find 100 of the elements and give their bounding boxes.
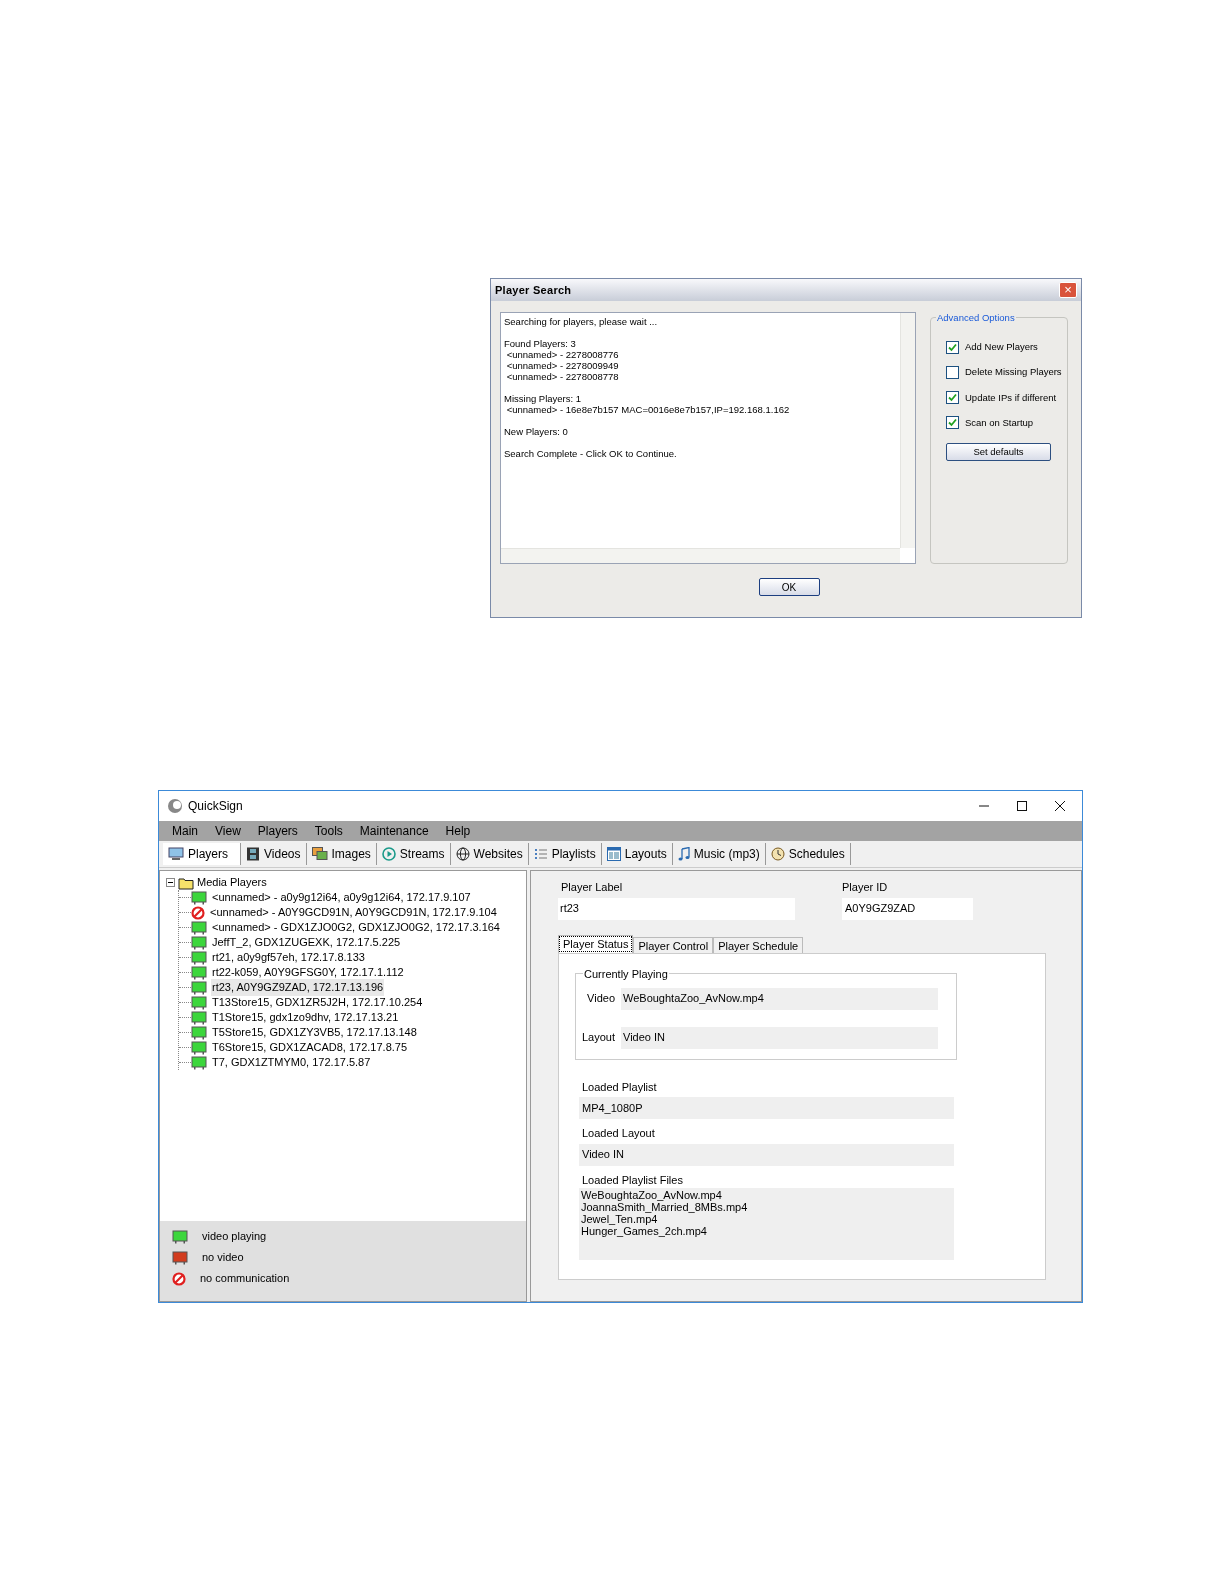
monitor-icon: [191, 935, 207, 950]
file-name: WeBoughtaZoo_AvNow.mp4: [581, 1189, 723, 1201]
tree-item[interactable]: JeffT_2, GDX1ZUGEXK, 172.17.5.225: [211, 934, 402, 951]
option-label: Delete Missing Players: [965, 365, 1062, 380]
tab[interactable]: Player Status: [558, 934, 634, 953]
log-line: New Players: 0: [504, 426, 569, 437]
toolbar-button[interactable]: Images: [306, 843, 377, 865]
horizontal-scrollbar[interactable]: [501, 548, 900, 563]
set-defaults-button[interactable]: Set defaults: [946, 443, 1051, 461]
file-name: Hunger_Games_2ch.mp4: [581, 1225, 708, 1237]
field-label: Loaded Playlist Files: [582, 1172, 684, 1188]
legend-label: no video: [202, 1250, 244, 1266]
monitor-icon: [172, 1229, 188, 1244]
readonly-field: Video IN: [621, 1026, 938, 1049]
monitor-icon: [191, 1040, 207, 1055]
checkbox[interactable]: [946, 365, 959, 379]
tree-item[interactable]: T5Store15, GDX1ZY3VB5, 172.17.13.148: [211, 1024, 418, 1041]
log-line: Found Players: 3: [504, 338, 577, 349]
file-name: Jewel_Ten.mp4: [581, 1213, 659, 1225]
option-label: Scan on Startup: [965, 415, 1034, 430]
globe-icon: [455, 847, 470, 861]
folder-icon: [178, 875, 194, 890]
menu-item[interactable]: Help: [438, 822, 478, 840]
field-label: Loaded Layout: [582, 1126, 656, 1141]
monitor-icon: [191, 965, 207, 980]
monitor-icon: [172, 1250, 188, 1265]
menu-item[interactable]: Maintenance: [352, 822, 436, 840]
tree-item[interactable]: rt21, a0y9gf57eh, 172.17.8.133: [211, 949, 366, 966]
tree-item[interactable]: rt22-k059, A0Y9GFSG0Y, 172.17.1.112: [211, 964, 405, 981]
log-line: Missing Players: 1: [504, 393, 583, 404]
toolbar-button[interactable]: Websites: [450, 843, 529, 865]
close-button[interactable]: ×: [1059, 282, 1077, 298]
play-circle-icon: [381, 847, 396, 861]
field-label: Player Label: [561, 880, 624, 895]
file-name: JoannaSmith_Married_8MBs.mp4: [581, 1201, 749, 1213]
log-line: <unnamed> - 2278008776: [505, 349, 620, 360]
toolbar-button[interactable]: Music (mp3): [672, 843, 766, 865]
tree-item[interactable]: <unnamed> - A0Y9GCD91N, A0Y9GCD91N, 172.17.9.104: [209, 904, 498, 921]
monitor-icon: [191, 1010, 207, 1025]
film-icon: [246, 847, 260, 861]
tree-item[interactable]: T13Store15, GDX1ZR5J2H, 172.17.10.254: [211, 994, 424, 1011]
check-icon: [948, 342, 957, 352]
toolbar-button[interactable]: Videos: [241, 843, 307, 865]
tab[interactable]: Player Control: [633, 936, 714, 953]
maximize-icon[interactable]: [1016, 800, 1028, 812]
group-title: Advanced Options: [936, 311, 1016, 326]
readonly-field: MP4_1080P: [579, 1097, 954, 1119]
field-label: Layout: [580, 1030, 616, 1046]
log-line: <unnamed> - 2278009949: [505, 360, 620, 371]
field-label: Loaded Playlist: [582, 1079, 658, 1095]
tree-item[interactable]: T6Store15, GDX1ZACAD8, 172.17.8.75: [211, 1039, 409, 1056]
toolbar-button[interactable]: Streams: [376, 843, 451, 865]
monitor-icon: [191, 890, 207, 905]
log-line: Search Complete - Click OK to Continue.: [504, 448, 678, 459]
readonly-field: Video IN: [579, 1143, 954, 1166]
monitor-icon: [191, 980, 207, 995]
monitor-icon: [191, 1025, 207, 1040]
checkbox[interactable]: [946, 391, 959, 405]
clock-icon: [770, 847, 785, 861]
tree-item[interactable]: T7, GDX1ZTMYM0, 172.17.5.87: [211, 1054, 372, 1071]
tree-item[interactable]: T1Store15, gdx1zo9dhv, 172.17.13.21: [211, 1009, 400, 1026]
checkbox[interactable]: [946, 416, 959, 430]
log-line: <unnamed> - 16e8e7b157 MAC=0016e8e7b157,IP=192.168.1.162: [505, 404, 791, 415]
field-label: Video: [586, 991, 616, 1007]
no-entry-icon: [172, 1271, 186, 1286]
menu-item[interactable]: Players: [250, 822, 305, 840]
menu-item[interactable]: View: [208, 822, 248, 840]
window-title: Player Search: [495, 282, 572, 298]
tree-item[interactable]: <unnamed> - GDX1ZJO0G2, GDX1ZJO0G2, 172.17.3.164: [211, 919, 501, 936]
readonly-field: WeBoughtaZoo_AvNow.mp4: [621, 987, 938, 1010]
field-label: Player ID: [842, 880, 889, 895]
toolbar-button[interactable]: Players: [163, 843, 241, 865]
tree-item[interactable]: Media Players: [197, 874, 267, 891]
no-entry-icon: [191, 905, 205, 920]
option-label: Add New Players: [965, 340, 1038, 354]
monitor-icon: [191, 995, 207, 1010]
menu-item[interactable]: Tools: [307, 822, 350, 840]
tree-item[interactable]: <unnamed> - a0y9g12i64, a0y9g12i64, 172.17.9.107: [211, 889, 472, 906]
toolbar-button[interactable]: Playlists: [528, 843, 602, 865]
checkbox[interactable]: [946, 340, 959, 354]
monitor-icon: [191, 920, 207, 935]
player-label-field[interactable]: rt23: [558, 897, 795, 920]
monitor-icon: [168, 847, 184, 861]
player-id-field[interactable]: A0Y9GZ9ZAD: [842, 897, 973, 920]
log-line: Searching for players, please wait ...: [504, 316, 659, 327]
tree-item[interactable]: rt23, A0Y9GZ9ZAD, 172.17.13.196: [211, 979, 385, 996]
check-icon: [948, 393, 957, 403]
layout-icon: [606, 847, 621, 861]
monitor-icon: [191, 950, 207, 965]
close-icon[interactable]: [1054, 800, 1066, 812]
toolbar-button[interactable]: Layouts: [601, 843, 673, 865]
ok-button[interactable]: OK: [758, 578, 820, 596]
option-label: Update IPs if different: [965, 390, 1057, 405]
tab[interactable]: Player Schedule: [713, 936, 804, 953]
menu-item[interactable]: Main: [165, 822, 205, 840]
monitor-icon: [191, 1055, 207, 1070]
collapse-toggle[interactable]: [166, 878, 175, 887]
toolbar-button[interactable]: Schedules: [765, 843, 851, 865]
list-icon: [533, 847, 548, 861]
vertical-scrollbar[interactable]: [900, 313, 915, 548]
